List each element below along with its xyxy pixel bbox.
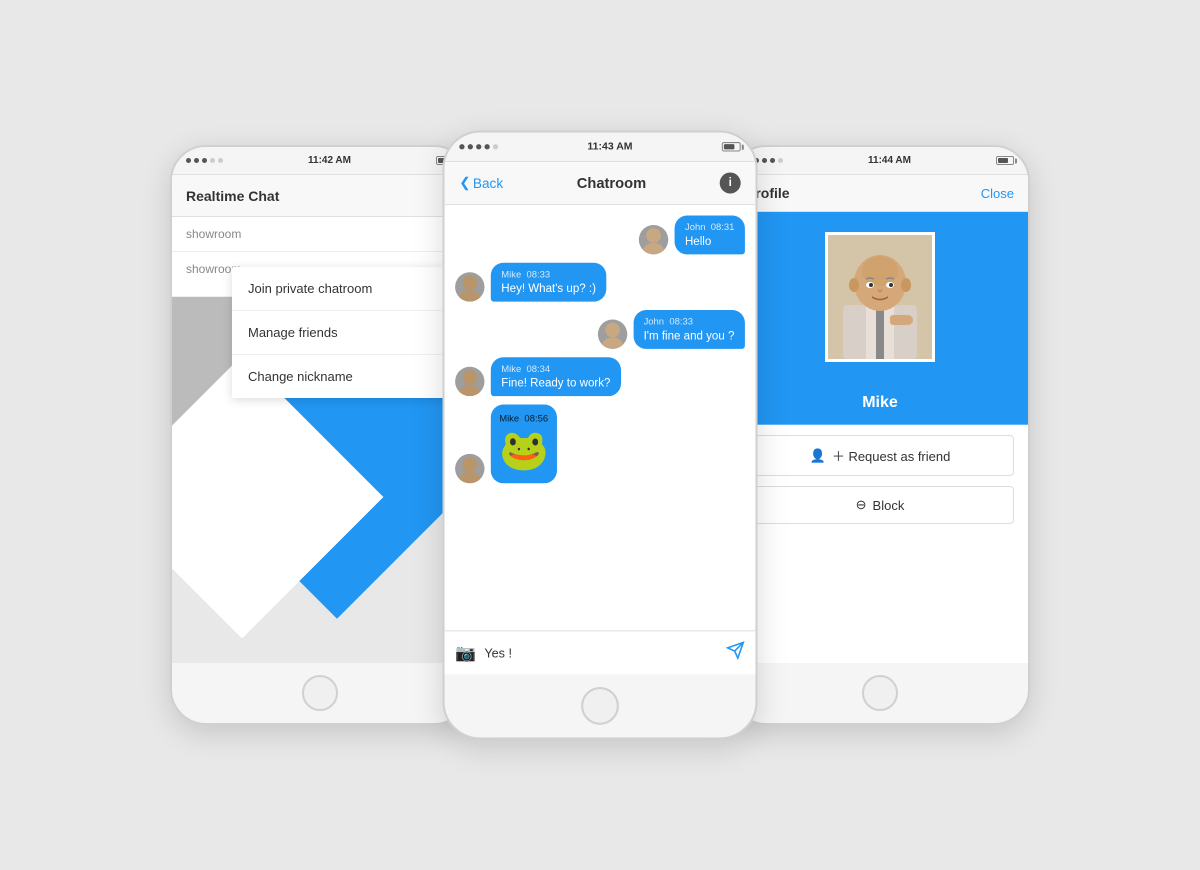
battery-2 — [722, 142, 741, 151]
screen-2: ❮ Back Chatroom i John 08:31 Hello — [445, 162, 756, 674]
block-button[interactable]: ⊖ Block — [746, 486, 1014, 524]
phone-3: 11:44 AM Profile Close — [730, 145, 1030, 725]
chatroom-title: Chatroom — [512, 175, 712, 192]
message-row-2: Mike 08:33 Hey! What's up? :) — [455, 263, 745, 302]
status-bar-2: 11:43 AM — [445, 133, 756, 162]
status-bar-1: 11:42 AM — [172, 147, 468, 175]
msg-meta-1: John 08:31 — [685, 222, 734, 233]
home-button-2[interactable] — [581, 687, 619, 725]
screen-1: Realtime Chat ⋮ showroom Join private ch… — [172, 175, 468, 663]
send-button[interactable] — [726, 641, 745, 665]
chat-list-item-1[interactable]: showroom — [172, 217, 468, 252]
frog-emoji: 🐸 — [499, 427, 549, 475]
msg-text-4: Fine! Ready to work? — [501, 377, 610, 390]
msg-text-2: Hey! What's up? :) — [501, 283, 596, 296]
phone-bottom-3 — [732, 663, 1028, 723]
info-icon[interactable]: i — [720, 173, 741, 194]
home-button-1[interactable] — [302, 675, 338, 711]
message-bubble-1: John 08:31 Hello — [674, 216, 744, 255]
msg-text-1: Hello — [685, 236, 734, 249]
message-row-3: John 08:33 I'm fine and you ? — [455, 310, 745, 349]
message-row-4: Mike 08:34 Fine! Ready to work? — [455, 357, 745, 396]
avatar-mike-3 — [455, 454, 484, 483]
chat-title: Realtime Chat — [186, 188, 279, 204]
home-button-3[interactable] — [862, 675, 898, 711]
msg-meta-2: Mike 08:33 — [501, 269, 596, 280]
chatroom-header: ❮ Back Chatroom i — [445, 162, 756, 205]
block-icon: ⊖ — [856, 497, 867, 513]
chat-header: Realtime Chat ⋮ — [172, 175, 468, 217]
msg-meta-5: Mike 08:56 — [499, 413, 549, 424]
phone-1: 11:42 AM Realtime Chat ⋮ showroom Join p… — [170, 145, 470, 725]
dropdown-item-1[interactable]: Join private chatroom — [232, 267, 468, 311]
emoji-message: Mike 08:56 🐸 — [491, 405, 557, 484]
time-3: 11:44 AM — [868, 155, 911, 166]
time-2: 11:43 AM — [587, 141, 632, 153]
dropdown-menu: Join private chatroom Manage friends Cha… — [232, 267, 468, 398]
avatar-john-2 — [597, 320, 626, 349]
phone-bottom-2 — [445, 674, 756, 737]
phones-container: 11:42 AM Realtime Chat ⋮ showroom Join p… — [150, 105, 1050, 765]
message-bubble-2: Mike 08:33 Hey! What's up? :) — [491, 263, 607, 302]
profile-header: Profile Close — [732, 175, 1028, 212]
profile-photo-area — [732, 212, 1028, 382]
signal-dots-2 — [459, 144, 498, 149]
phone-2: 11:43 AM ❮ Back Chatroom i John — [443, 131, 758, 740]
time-1: 11:42 AM — [308, 155, 351, 166]
message-bubble-3: John 08:33 I'm fine and you ? — [633, 310, 745, 349]
msg-meta-3: John 08:33 — [644, 316, 735, 327]
message-bubble-4: Mike 08:34 Fine! Ready to work? — [491, 357, 621, 396]
back-button[interactable]: ❮ Back — [459, 175, 503, 192]
message-row-5: Mike 08:56 🐸 — [455, 405, 745, 484]
message-input[interactable] — [484, 646, 717, 661]
status-bar-3: 11:44 AM — [732, 147, 1028, 175]
avatar-mike-2 — [455, 367, 484, 396]
messages-area: John 08:31 Hello — [445, 205, 756, 625]
profile-photo — [825, 232, 935, 362]
profile-name-area: Mike — [732, 382, 1028, 425]
phone-bottom-1 — [172, 663, 468, 723]
person-add-icon: 👤 — [810, 448, 826, 464]
profile-actions: 👤 ＋ Request as friend ⊖ Block — [732, 425, 1028, 544]
close-button[interactable]: Close — [981, 186, 1014, 201]
dropdown-item-2[interactable]: Manage friends — [232, 311, 468, 355]
screen-3: Profile Close — [732, 175, 1028, 663]
chat-input-bar: 📷 — [445, 630, 756, 674]
avatar-mike-1 — [455, 272, 484, 301]
profile-name: Mike — [862, 394, 898, 411]
dropdown-item-3[interactable]: Change nickname — [232, 355, 468, 398]
message-row-1: John 08:31 Hello — [455, 216, 745, 255]
camera-button[interactable]: 📷 — [455, 642, 476, 663]
battery-3 — [996, 156, 1014, 165]
msg-text-3: I'm fine and you ? — [644, 330, 735, 343]
signal-dots — [186, 158, 223, 163]
request-friend-button[interactable]: 👤 ＋ Request as friend — [746, 435, 1014, 476]
avatar-john-1 — [639, 225, 668, 254]
msg-meta-4: Mike 08:34 — [501, 364, 610, 375]
